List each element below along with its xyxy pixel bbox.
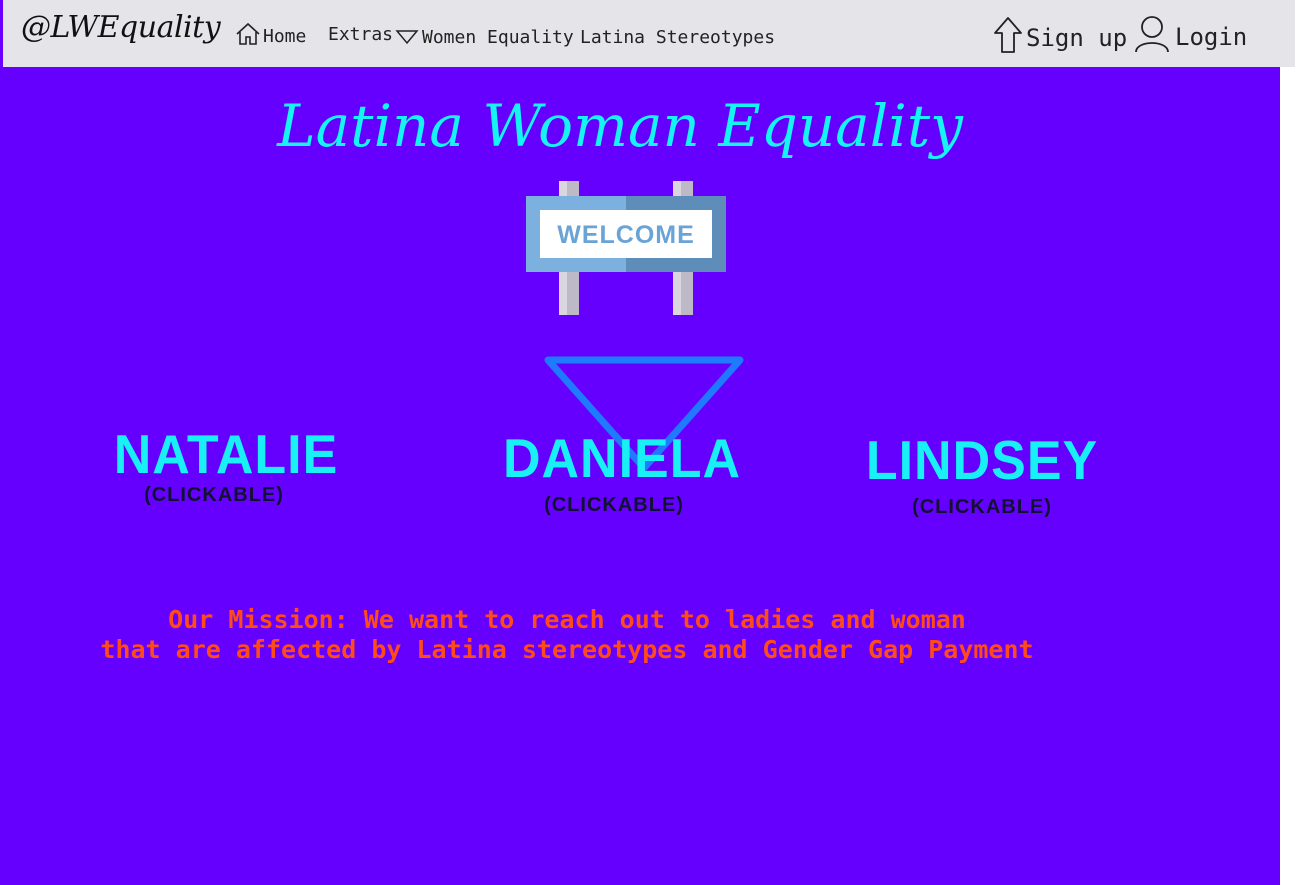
person-name: LINDSEY	[865, 430, 1099, 492]
clickable-hint: (CLICKABLE)	[912, 496, 1052, 518]
login-link[interactable]: Login	[1133, 14, 1247, 60]
main-content: Latina Woman Equality WELCOME NATALIE (C…	[0, 67, 1280, 885]
nav-latina-stereotypes-link[interactable]: Latina Stereotypes	[580, 27, 775, 48]
person-lindsey-link[interactable]: LINDSEY (CLICKABLE)	[852, 430, 1112, 518]
nav-home-label: Home	[263, 26, 307, 47]
welcome-sign-image: WELCOME	[526, 181, 726, 315]
nav-home-link[interactable]: Home	[235, 20, 306, 47]
triangle-down-icon	[395, 29, 419, 45]
page-title: Latina Woman Equality	[277, 92, 963, 160]
brand-logo[interactable]: @LWEquality	[21, 10, 221, 45]
top-navbar: @LWEquality Home Extras Women Equality L…	[0, 0, 1295, 67]
mission-statement: Our Mission: We want to reach out to lad…	[0, 605, 1134, 665]
up-arrow-icon	[993, 16, 1023, 60]
nav-women-equality-link[interactable]: Women Equality	[422, 27, 574, 48]
person-name: DANIELA	[502, 428, 742, 490]
nav-extras-label: Extras	[328, 24, 394, 45]
user-icon	[1133, 14, 1171, 60]
clickable-hint: (CLICKABLE)	[144, 484, 284, 506]
person-name: NATALIE	[113, 424, 339, 486]
person-natalie-link[interactable]: NATALIE (CLICKABLE)	[96, 424, 356, 505]
clickable-hint: (CLICKABLE)	[544, 494, 684, 516]
signup-label: Sign up	[1026, 24, 1128, 52]
person-daniela-link[interactable]: DANIELA (CLICKABLE)	[492, 428, 752, 515]
page: @LWEquality Home Extras Women Equality L…	[0, 0, 1296, 885]
welcome-sign-text: WELCOME	[557, 221, 695, 249]
nav-extras-dropdown[interactable]: Extras	[328, 24, 419, 45]
login-label: Login	[1175, 23, 1248, 51]
mission-line-1: Our Mission: We want to reach out to lad…	[168, 605, 966, 634]
signup-link[interactable]: Sign up	[993, 16, 1127, 60]
mission-line-2: that are affected by Latina stereotypes …	[100, 635, 1034, 664]
home-icon	[235, 22, 261, 46]
